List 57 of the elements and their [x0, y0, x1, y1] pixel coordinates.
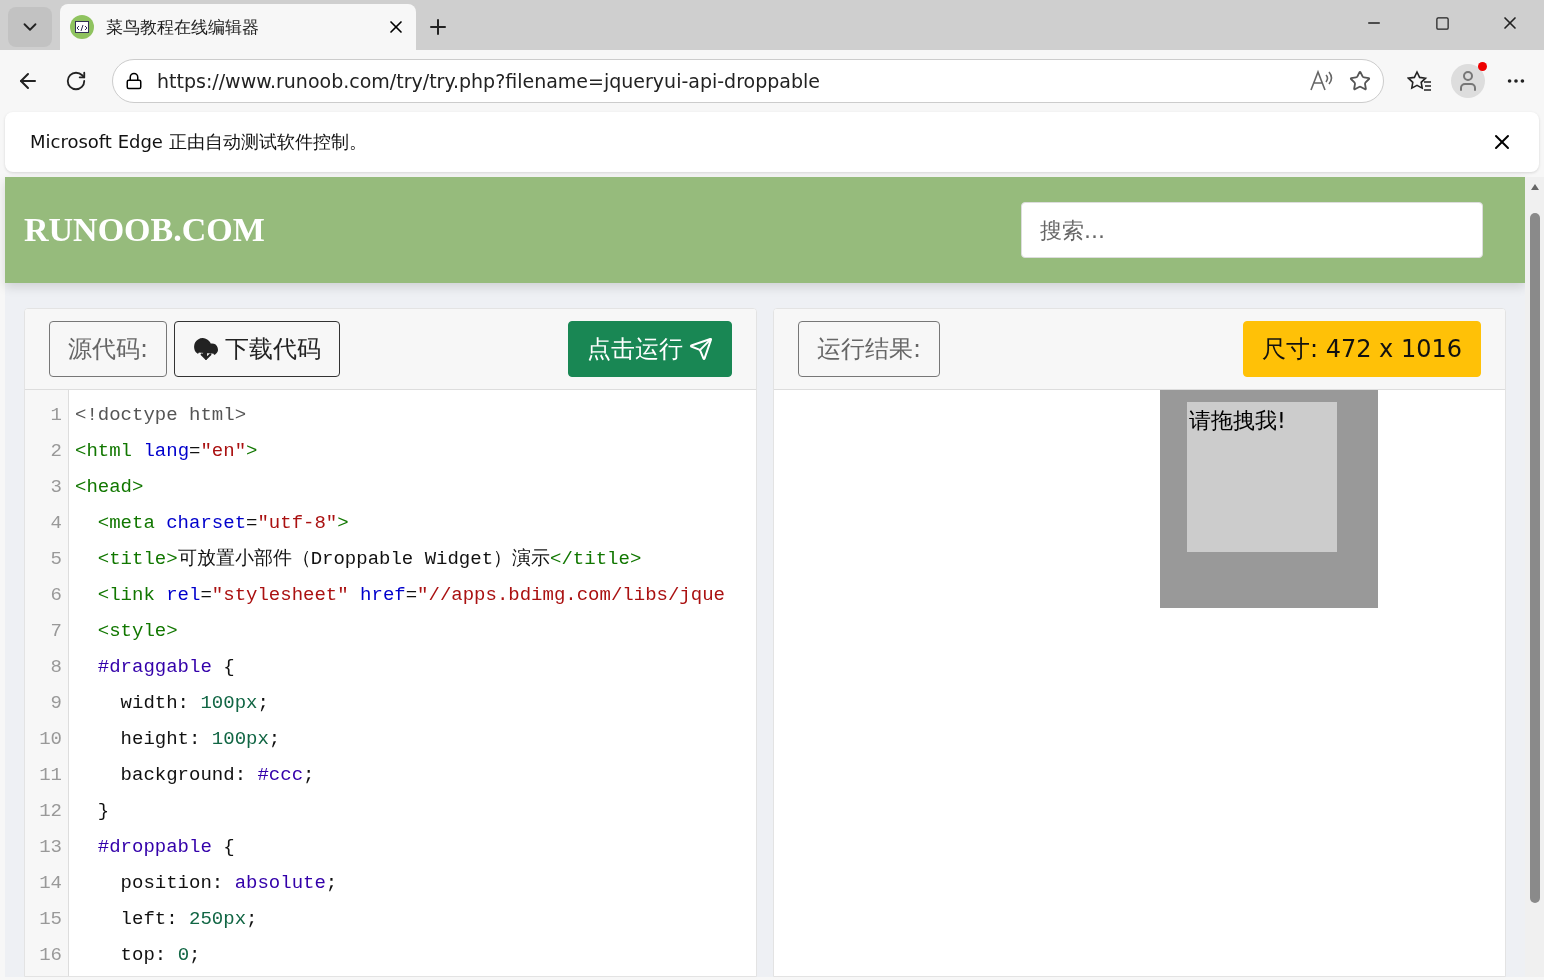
- code-line: #draggable {: [96, 655, 236, 680]
- line-number: 16: [38, 943, 63, 968]
- download-button[interactable]: 下载代码: [174, 321, 341, 377]
- code-line: left: 250px;: [119, 907, 259, 932]
- code-icon: [70, 15, 94, 39]
- address-bar[interactable]: https://www.runoob.com/try/try.php?filename=jqueryui-api-droppable: [112, 59, 1384, 103]
- code-line: width: 100px;: [119, 691, 270, 716]
- search-field[interactable]: 搜索...: [1021, 202, 1483, 258]
- maximize-icon[interactable]: [1434, 15, 1450, 31]
- line-number: 12: [38, 799, 63, 824]
- code-line: <link rel="stylesheet" href="//apps.bdimg.com/libs/jque: [96, 583, 725, 608]
- line-number: 13: [38, 835, 63, 860]
- line-number: 2: [49, 439, 63, 464]
- url-text: https://www.runoob.com/try/try.php?filename=jqueryui-api-droppable: [157, 70, 821, 92]
- draggable-box[interactable]: 请拖拽我!: [1187, 402, 1337, 552]
- avatar-icon[interactable]: [1451, 64, 1485, 98]
- scroll-up-icon[interactable]: [1529, 183, 1540, 191]
- send-icon: [689, 337, 713, 361]
- code-line: <!doctype html>: [75, 403, 248, 428]
- star-list-icon[interactable]: [1407, 70, 1433, 92]
- line-number: 4: [49, 511, 63, 536]
- line-number: 14: [38, 871, 63, 896]
- favorite-star-icon[interactable]: [1349, 70, 1371, 92]
- refresh-icon[interactable]: [65, 70, 87, 92]
- code-line: #droppable {: [96, 835, 236, 860]
- read-aloud-icon[interactable]: [1309, 69, 1335, 93]
- line-number: 1: [49, 403, 63, 428]
- line-number: 11: [38, 763, 63, 788]
- infobar-message: Microsoft Edge 正由自动测试软件控制。: [30, 130, 367, 154]
- code-line: height: 100px;: [119, 727, 282, 752]
- source-label-button[interactable]: 源代码:: [49, 321, 168, 377]
- line-number: 6: [49, 583, 63, 608]
- run-button[interactable]: 点击运行: [568, 321, 732, 377]
- code-line: <style>: [96, 619, 179, 644]
- line-number: 3: [49, 475, 63, 500]
- line-number: 9: [49, 691, 63, 716]
- code-line: background: #ccc;: [119, 763, 316, 788]
- code-line: <title>可放置小部件（Droppable Widget）演示</title>: [96, 547, 643, 572]
- code-line: <meta charset="utf-8">: [96, 511, 350, 536]
- cloud-download-icon: [193, 336, 220, 362]
- line-number: 15: [38, 907, 63, 932]
- result-label-button[interactable]: 运行结果:: [798, 321, 941, 377]
- tab-list-button[interactable]: [8, 7, 52, 47]
- line-number: 8: [49, 655, 63, 680]
- code-line: <html lang="en">: [75, 439, 259, 464]
- code-line: position: absolute;: [119, 871, 339, 896]
- tab-title: 菜鸟教程在线编辑器: [106, 15, 260, 39]
- line-number: 10: [38, 727, 63, 752]
- code-line: <head>: [75, 475, 145, 500]
- line-number: 7: [49, 619, 63, 644]
- browser-tab[interactable]: 菜鸟教程在线编辑器: [60, 4, 416, 50]
- code-line: }: [96, 799, 111, 824]
- lock-icon: [125, 72, 143, 90]
- code-line: top: 0;: [119, 943, 202, 968]
- size-button[interactable]: 尺寸: 472 x 1016: [1242, 321, 1481, 377]
- scrollbar-thumb[interactable]: [1529, 213, 1540, 903]
- line-number: 5: [49, 547, 63, 572]
